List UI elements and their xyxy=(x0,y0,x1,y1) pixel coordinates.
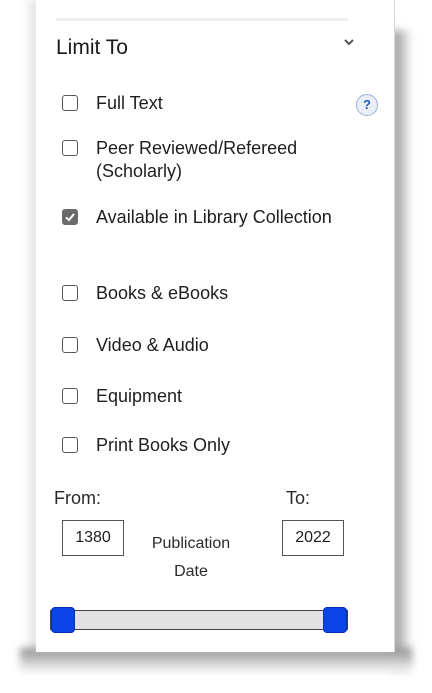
section-divider xyxy=(56,18,348,21)
option-label: Equipment xyxy=(96,386,183,406)
option-peer-reviewed[interactable]: Peer Reviewed/Refereed (Scholarly) xyxy=(62,137,356,183)
slider-handle-low[interactable] xyxy=(51,607,75,633)
checkbox-peer-reviewed[interactable] xyxy=(62,140,78,156)
caption-line: Publication xyxy=(151,535,231,552)
option-print-books-only[interactable]: Print Books Only xyxy=(62,434,356,457)
checkbox-equipment[interactable] xyxy=(62,388,78,404)
option-label: Print Books Only xyxy=(96,435,231,455)
option-label: Full Text xyxy=(96,93,163,113)
option-label: Available in Library Collection xyxy=(96,207,332,227)
publication-date-caption: Publication Date xyxy=(136,530,246,586)
slider-selected-range xyxy=(63,611,335,629)
caption-line: Date xyxy=(174,563,208,580)
screenshot-stage: Limit To ? Full Text Peer Reviewed/Refer… xyxy=(0,0,432,693)
to-label: To: xyxy=(286,488,311,508)
checkmark-icon xyxy=(65,213,75,222)
option-equipment[interactable]: Equipment xyxy=(62,385,356,408)
from-label: From: xyxy=(54,488,101,508)
option-label: Video & Audio xyxy=(96,335,209,355)
publication-date-slider[interactable] xyxy=(50,607,348,633)
chevron-down-icon[interactable] xyxy=(342,36,356,50)
checkbox-available-in-library[interactable] xyxy=(62,209,78,225)
option-available-in-library[interactable]: Available in Library Collection xyxy=(62,206,356,229)
checkbox-books-ebooks[interactable] xyxy=(62,285,78,301)
help-icon[interactable]: ? xyxy=(356,94,378,116)
checkbox-print-books-only[interactable] xyxy=(62,437,78,453)
option-label: Peer Reviewed/Refereed (Scholarly) xyxy=(96,138,298,181)
option-full-text[interactable]: Full Text xyxy=(62,92,356,115)
option-books-ebooks[interactable]: Books & eBooks xyxy=(62,282,356,305)
slider-handle-high[interactable] xyxy=(323,607,347,633)
option-label: Books & eBooks xyxy=(96,283,229,303)
limit-to-heading[interactable]: Limit To xyxy=(56,36,128,60)
to-year-input[interactable]: 2022 xyxy=(282,520,344,556)
limit-to-panel: Limit To ? Full Text Peer Reviewed/Refer… xyxy=(36,0,395,652)
option-video-audio[interactable]: Video & Audio xyxy=(62,334,356,357)
from-year-input[interactable]: 1380 xyxy=(62,520,124,556)
panel-shadow-right xyxy=(392,30,412,670)
checkbox-video-audio[interactable] xyxy=(62,337,78,353)
checkbox-full-text[interactable] xyxy=(62,95,78,111)
